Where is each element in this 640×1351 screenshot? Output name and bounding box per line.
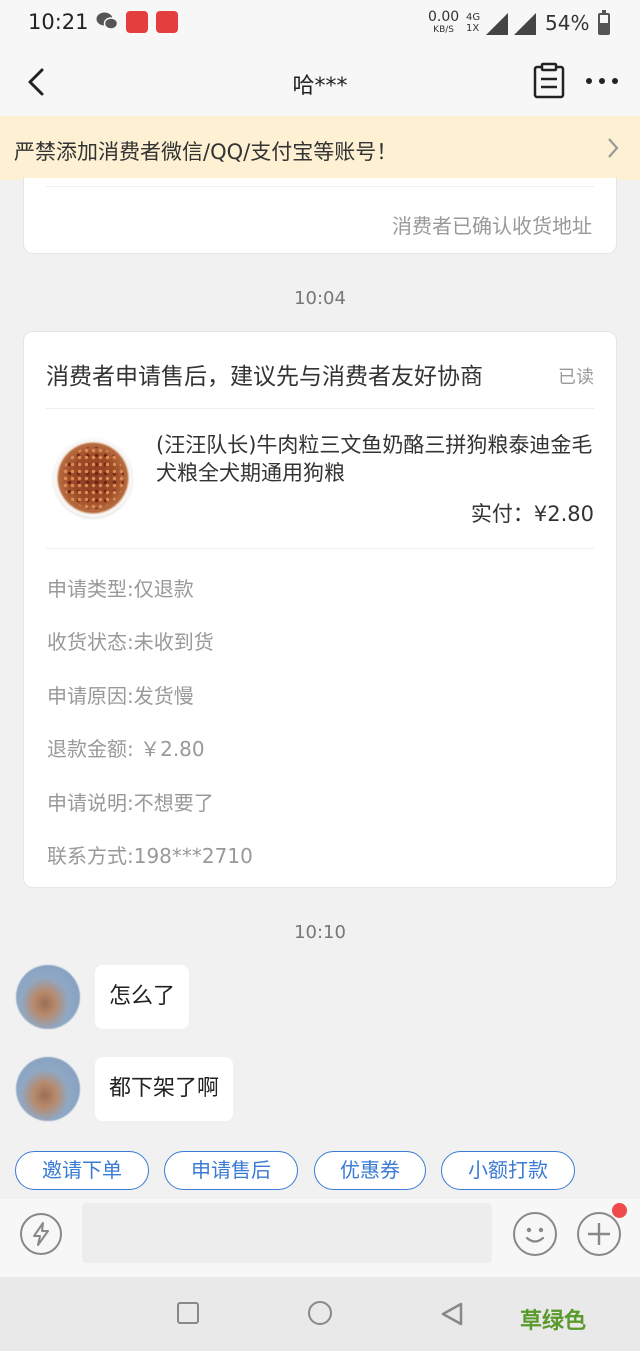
watermark: 草绿色 (520, 1309, 587, 1334)
battery-percent: 54% (545, 11, 590, 35)
detail-apply-type: 申请类型:仅退款 (47, 577, 194, 601)
circle-icon[interactable] (308, 1301, 332, 1325)
timestamp: 10:10 (294, 922, 346, 943)
order-clipboard-icon[interactable] (531, 62, 567, 100)
app-notification-icon (126, 11, 148, 33)
detail-contact: 联系方式:198***2710 (47, 844, 253, 868)
banner-text: 严禁添加消费者微信/QQ/支付宝等账号！ (14, 140, 398, 164)
signal-icon (486, 13, 508, 35)
chevron-right-icon (608, 138, 619, 158)
warning-banner[interactable]: 严禁添加消费者微信/QQ/支付宝等账号！ (0, 116, 640, 180)
signal-icon (514, 13, 536, 35)
paid-amount: 实付：¥2.80 (470, 502, 594, 526)
status-notification-icons (96, 11, 178, 33)
address-status: 消费者已确认收货地址 (392, 214, 592, 238)
flash-icon[interactable] (20, 1213, 62, 1255)
nav-bar: 哈*** (0, 48, 640, 116)
network-type: 4G 1X (466, 12, 481, 34)
detail-receipt-status: 收货状态:未收到货 (47, 630, 214, 654)
avatar[interactable] (16, 1057, 80, 1121)
product-name[interactable]: (汪汪队长)牛肉粒三文鱼奶酪三拼狗粮泰迪金毛犬粮全犬期通用狗粮 (156, 431, 596, 487)
detail-description: 申请说明:不想要了 (47, 791, 214, 815)
avatar[interactable] (16, 965, 80, 1029)
apply-aftersale-button[interactable]: 申请售后 (164, 1151, 298, 1190)
emoji-icon[interactable] (513, 1212, 557, 1256)
status-time: 10:21 (28, 10, 89, 34)
net-speed: 0.00 KB/S (428, 9, 460, 36)
aftersale-card[interactable]: 消费者申请售后，建议先与消费者友好协商 已读 (汪汪队长)牛肉粒三文鱼奶酪三拼狗… (23, 331, 617, 888)
small-payment-button[interactable]: 小额打款 (441, 1151, 575, 1190)
quick-action-bar: 邀请下单 申请售后 优惠券 小额打款 (0, 1141, 640, 1199)
system-nav-bar: 草绿色 (0, 1277, 640, 1351)
square-icon[interactable] (177, 1302, 199, 1324)
plus-icon[interactable] (577, 1212, 621, 1256)
divider (46, 408, 594, 409)
read-status: 已读 (558, 367, 594, 388)
timestamp: 10:04 (294, 288, 346, 309)
divider (46, 548, 594, 549)
aftersale-title: 消费者申请售后，建议先与消费者友好协商 (46, 364, 483, 390)
invite-order-button[interactable]: 邀请下单 (15, 1151, 149, 1190)
product-image[interactable] (54, 439, 132, 517)
battery-icon (598, 10, 610, 35)
app-notification-icon (156, 11, 178, 33)
divider (46, 186, 594, 187)
message-bubble: 怎么了 (95, 965, 190, 1029)
more-icon[interactable] (586, 74, 626, 88)
input-bar (0, 1199, 640, 1277)
wechat-icon (96, 12, 118, 30)
message-bubble: 都下架了啊 (95, 1057, 234, 1121)
address-card: 消费者已确认收货地址 (23, 178, 617, 254)
detail-reason: 申请原因:发货慢 (47, 684, 194, 708)
detail-refund-amount: 退款金额: ￥2.80 (47, 737, 205, 761)
triangle-back-icon[interactable] (440, 1301, 464, 1327)
notification-dot (612, 1203, 627, 1218)
coupon-button[interactable]: 优惠券 (314, 1151, 426, 1190)
status-bar: 10:21 0.00 KB/S 4G 1X 54% (0, 0, 640, 48)
message-input[interactable] (82, 1203, 492, 1263)
